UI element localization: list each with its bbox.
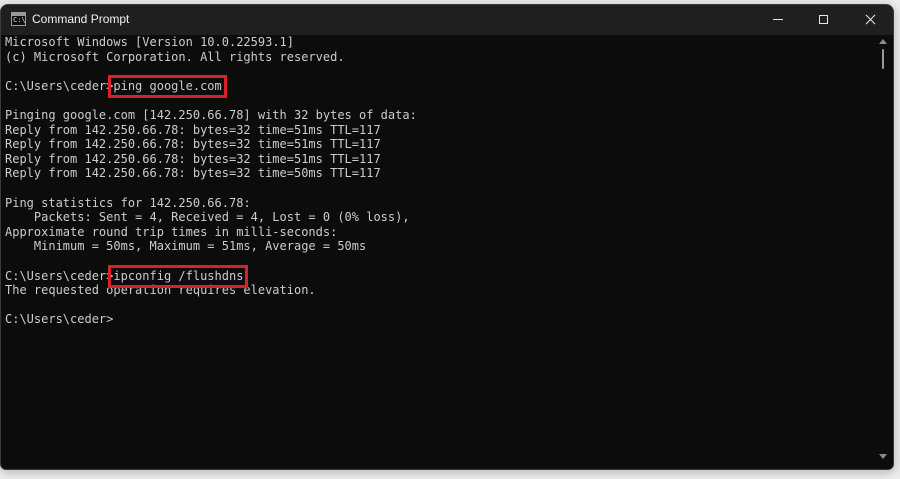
- console-line: Reply from 142.250.66.78: bytes=32 time=…: [5, 122, 381, 137]
- console-line: Ping statistics for 142.250.66.78:: [5, 195, 251, 210]
- maximize-icon: [819, 15, 828, 24]
- close-button[interactable]: [847, 5, 893, 35]
- scroll-thumb[interactable]: [882, 49, 884, 69]
- console-line: Approximate round trip times in milli-se…: [5, 224, 338, 239]
- vertical-scrollbar[interactable]: [877, 35, 889, 465]
- scroll-up-icon[interactable]: [879, 39, 887, 44]
- minimize-icon: [773, 19, 783, 20]
- highlighted-command-ping: ping google.com: [113, 78, 222, 93]
- cmd-icon: C:\: [11, 12, 26, 26]
- cmd-icon-text: C:\: [13, 16, 26, 24]
- command-line-ping: C:\Users\ceder>ping google.com: [5, 79, 875, 94]
- current-prompt-line: C:\Users\ceder>: [5, 312, 114, 327]
- minimize-button[interactable]: [755, 5, 801, 35]
- console-line: Reply from 142.250.66.78: bytes=32 time=…: [5, 166, 381, 181]
- maximize-button[interactable]: [801, 5, 847, 35]
- console-line: Reply from 142.250.66.78: bytes=32 time=…: [5, 151, 381, 166]
- console-line: Pinging google.com [142.250.66.78] with …: [5, 107, 417, 122]
- title-bar[interactable]: C:\ Command Prompt: [1, 5, 893, 35]
- command-line-ipconfig: C:\Users\ceder>ipconfig /flushdns: [5, 269, 875, 284]
- console-line: Reply from 142.250.66.78: bytes=32 time=…: [5, 137, 381, 152]
- console-line: Minimum = 50ms, Maximum = 51ms, Average …: [5, 239, 367, 254]
- prompt-text: C:\Users\ceder>: [5, 268, 114, 283]
- highlighted-command-ipconfig: ipconfig /flushdns: [113, 268, 244, 283]
- prompt-text: C:\Users\ceder>: [5, 78, 114, 93]
- console-line: Packets: Sent = 4, Received = 4, Lost = …: [5, 210, 410, 225]
- scroll-down-icon[interactable]: [879, 454, 887, 459]
- console-line: (c) Microsoft Corporation. All rights re…: [5, 49, 345, 64]
- console-output[interactable]: Microsoft Windows [Version 10.0.22593.1]…: [5, 35, 875, 465]
- command-prompt-window: C:\ Command Prompt Microsoft Windows [Ve…: [0, 4, 894, 470]
- window-title: Command Prompt: [32, 12, 130, 26]
- console-line: Microsoft Windows [Version 10.0.22593.1]: [5, 35, 294, 49]
- close-icon: [865, 14, 876, 25]
